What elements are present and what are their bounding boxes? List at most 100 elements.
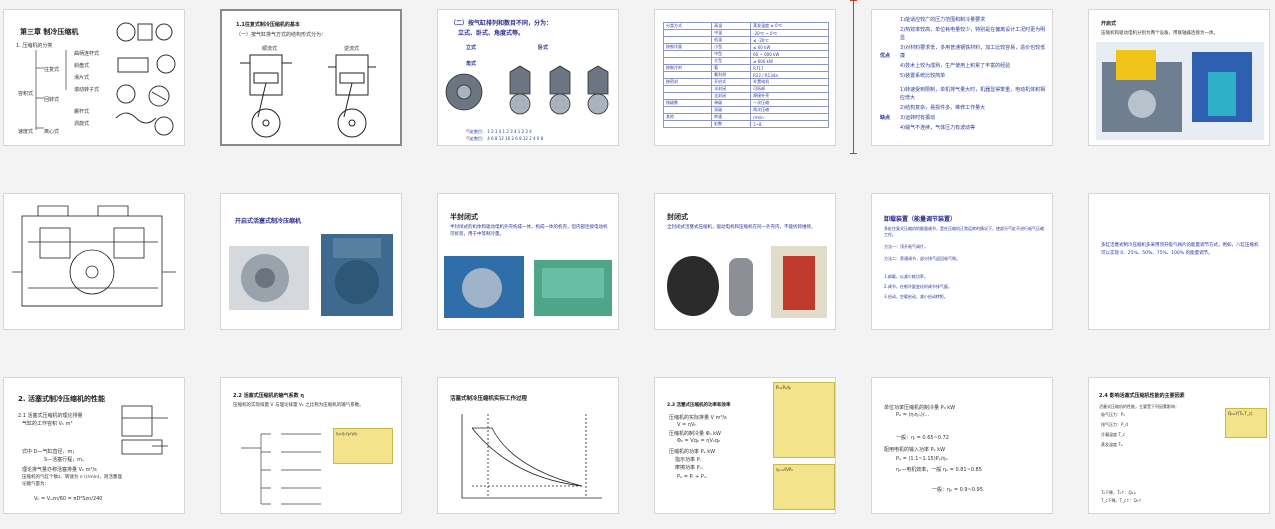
- text-line-5: 2.调节，在制冷量变化时调节排气量。: [884, 284, 952, 289]
- caption-line-1: 气缸数目： 1 2 3 4 1 2 3 4 1 2 3 4: [466, 129, 532, 134]
- slide-thumbnail-12[interactable]: 多缸活塞式制冷压缩机多采用顶开吸气阀片的能量调节方式，例如，八缸压缩机可以实现 …: [1088, 193, 1270, 330]
- slide-text: 压缩机和驱动电机分别为两个设备，用联轴器连接为一体。: [1101, 31, 1218, 36]
- slide-heading: 1. 压缩机的分类: [16, 43, 53, 49]
- slide-thumbnail-16[interactable]: 2.3 活塞式压缩机的功率和效率 压缩机的实际排量 V m³/s V = ηVₕ…: [654, 377, 836, 514]
- slide-subtitle: 立式、卧式、角度式等。: [458, 30, 525, 37]
- formula-note-bottom: ηₘ=Pᵢ/Pₑ: [773, 464, 835, 510]
- slide-title: 2.2 活塞式压缩机的输气系数 η: [233, 393, 304, 399]
- line-1: 压缩机的实际排量 V m³/s: [669, 415, 727, 421]
- slide-thumbnail-1[interactable]: 第三章 制冷压缩机 1. 压缩机的分类 容积式 速度式 往复式 回转式 离心式 …: [3, 9, 185, 146]
- slide-title: 开启式: [1101, 21, 1117, 27]
- tree-sub-5: 螺杆式: [74, 109, 90, 115]
- text-line-3: 方法二：旁通调节，部分排气返回吸气侧。: [884, 256, 960, 261]
- semi-hermetic-photos: [444, 256, 612, 318]
- line-7: T_c下降，T_c↑：Q₀↑: [1101, 498, 1142, 503]
- cylinder-arrangement-images: [445, 65, 609, 115]
- line-6: ηₑ—电机效率，一般 ηₑ = 0.81~0.85: [896, 467, 982, 473]
- open-compressor-image: [1096, 42, 1264, 140]
- slide-title: 封闭式: [667, 213, 688, 221]
- compressor-sketch-icons: [115, 22, 176, 136]
- slide-title: 半封闭式: [450, 213, 478, 221]
- slide-title: 2.3 活塞式压缩机的功率和效率: [667, 403, 731, 408]
- slide-text: 半封闭式的机体和驱动电机外壳构成一体，构成一体的机壳，但内部连接电动机可拆装，用…: [450, 225, 608, 237]
- line-6: T₀下降，T₀↑：Q₀↓: [1101, 490, 1137, 495]
- cons-line-4: 4)输气不连续，气体压力有波动等: [900, 125, 976, 131]
- slide-thumbnail-8[interactable]: 开启式活塞式制冷压缩机: [220, 193, 402, 330]
- line-6: 指示功率 Pᵢ: [675, 457, 701, 463]
- text-line-1: 多缸往复式压缩机的能量调节，是在压缩机正常运转的情况下，使部分气缸不进行吸气压缩…: [884, 226, 1044, 237]
- slide-thumbnail-18[interactable]: 2.4 影响活塞式压缩机性能的主要因素 活塞式压缩机的性能，主要受下列因素影响：…: [1088, 377, 1270, 514]
- line-2: V = ηVₕ: [677, 422, 697, 428]
- line-6: Vₕ = Vₙzn/60 = πD²Szn/240: [34, 496, 103, 502]
- slide-title: 卸载装置（能量调节装置）: [884, 216, 957, 223]
- slide-title: 2. 活塞式制冷压缩机的性能: [18, 395, 105, 403]
- line-1: 气缸的工作容积 Vₕ m³: [22, 421, 73, 427]
- slide-thumbnail-6[interactable]: 开启式 压缩机和驱动电机分别为两个设备，用联轴器连接为一体。: [1088, 9, 1270, 146]
- tree-sub-3: 滑片式: [74, 75, 90, 81]
- slide-thumbnail-10[interactable]: 封闭式 全封闭式活塞式压缩机，驱动电机和压缩机在同一外壳内，不能拆卸维修。: [654, 193, 836, 330]
- slide-thumbnail-11[interactable]: 卸载装置（能量调节装置） 多缸往复式压缩机的能量调节，是在压缩机正常运转的情况下…: [871, 193, 1053, 330]
- text-line-6: 3.启动，空载启动，减小启动转矩。: [884, 294, 948, 299]
- slide-title: 活塞式制冷压缩机实际工作过程: [450, 396, 528, 402]
- line-sub: 2.1 活塞式压缩机的理论排量: [18, 413, 83, 419]
- caption-line-2: 气缸数目： 4 6 8 12 16 2 6 8 12 2 4 6 8: [466, 136, 544, 141]
- slide-text: 压缩机的实际排量 V 与理论排量 Vₕ 之比称为压缩机的输气系数。: [233, 403, 364, 408]
- line-3: S—活塞行程，m。: [44, 457, 88, 463]
- line-3: 一般：ηᵢ = 0.65~0.72: [896, 435, 949, 441]
- piston-stroke-diagram: [121, 405, 168, 455]
- tree-sub-2: 斜盘式: [74, 63, 90, 69]
- cons-line-2: 2)结构复杂，易损件多，维修工作量大: [900, 105, 986, 111]
- slide-text: 全封闭式活塞式压缩机，驱动电机和压缩机在同一外壳内，不能拆卸维修。: [667, 225, 816, 230]
- formula-note: η=ηᵥηₚηₜηₗ: [333, 428, 393, 464]
- pros-label: 优点: [880, 53, 891, 59]
- tree-sub-4: 滚动转子式: [74, 87, 100, 93]
- pros-line-3: 3)对材料要求低，多用普通钢铁材料，加工比较容易，造价也较低廉: [900, 45, 1046, 59]
- label-vertical: 立式: [466, 45, 477, 51]
- slide-sorter-grid: 第三章 制冷压缩机 1. 压缩机的分类 容积式 速度式 往复式 回转式 离心式 …: [0, 0, 1275, 529]
- line-2: 吸气压力：Pₛ: [1101, 412, 1125, 417]
- line-1: 单位功率压缩机的制冷量 P₀ kW: [884, 405, 956, 411]
- pros-line-2: 2)热效率较高，单位耗电量较少，特别是在偏离设计工况时更为明显: [900, 27, 1046, 41]
- text-line-2: 方法一：顶开吸气阀片。: [884, 244, 928, 249]
- formula-note: Q₀=f(T₀,T_c): [1225, 408, 1267, 438]
- slide-thumbnail-13[interactable]: 2. 活塞式制冷压缩机的性能 2.1 活塞式压缩机的理论排量 气缸的工作容积 V…: [3, 377, 185, 514]
- tree-root: 容积式: [18, 91, 34, 97]
- slide-subtitle: （一）按气缸排气方式的结构形式分为：: [236, 32, 327, 38]
- coefficient-tree: [241, 433, 321, 505]
- hermetic-compressor-photos: [667, 246, 827, 318]
- slide-thumbnail-17[interactable]: 单位功率压缩机的制冷量 P₀ kW Pₑ = (ηᵢηₘ)/... 一般：ηᵢ …: [871, 377, 1053, 514]
- line-8: Pₑ = Pᵢ + Pₘ: [677, 474, 707, 480]
- slide-thumbnail-2[interactable]: 1.1往复式制冷压缩机的基本 （一）按气缸排气方式的结构形式分为： 顺流式 逆流…: [220, 9, 402, 146]
- tree-sub-6: 涡旋式: [74, 121, 90, 127]
- line-4: 配用电机的输入功率 Pₑ kW: [884, 447, 946, 453]
- line-3: 压缩机的制冷量 Φ₀ kW: [669, 431, 721, 437]
- line-4: 理论排气量亦称活塞排量 Vₕ m³/s: [22, 467, 97, 473]
- pros-line-5: 5)装置系统比较简单: [900, 73, 946, 79]
- tree-root-2: 速度式: [18, 129, 34, 135]
- line-5: 压缩机的功率 Pₑ kW: [669, 449, 716, 455]
- slide-text: 多缸活塞式制冷压缩机多采用顶开吸气阀片的能量调节方式，例如，八缸压缩机可以实现 …: [1101, 243, 1259, 256]
- slide-title: 开启式活塞式制冷压缩机: [235, 218, 302, 225]
- line-5: 蒸发温度 T₀: [1101, 442, 1123, 447]
- label-horizontal: 卧式: [538, 45, 549, 51]
- tree-sub-1: 曲柄连杆式: [74, 51, 100, 57]
- slide-thumbnail-3[interactable]: （二）按气缸排列和数目不同，分为： 立式、卧式、角度式等。 立式 卧式 角式 气…: [437, 9, 619, 146]
- slide-thumbnail-5[interactable]: 优点 缺点 1)能适应较广的压力范围和制冷量要求 2)热效率较高，单位耗电量较少…: [871, 9, 1053, 146]
- insertion-marker: [850, 0, 857, 154]
- slide-title: 1.1往复式制冷压缩机的基本: [236, 22, 300, 28]
- slide-title: 2.4 影响活塞式压缩机性能的主要因素: [1099, 393, 1185, 399]
- slide-thumbnail-7[interactable]: [3, 193, 185, 330]
- text-line-4: 1.卸载，以减少耗功率。: [884, 274, 928, 279]
- slide-title: 第三章 制冷压缩机: [20, 28, 79, 36]
- slide-thumbnail-4[interactable]: 分类方式 高温 蒸发温度 ≥ 0℃ 中温 -20℃ ~ 0℃ 低温 ≤ -20℃ 按制冷…: [654, 9, 836, 146]
- cons-line-3: 3)运转时有振动: [900, 115, 936, 121]
- line-1: 活塞式压缩机的性能，主要受下列因素影响：: [1099, 404, 1179, 409]
- line-5: Pₑ = (1.1~1.15)Pₑ/ηₑ: [896, 456, 948, 462]
- cons-line-1: 1)转速受到限制，单机排气量大时，机器显得笨重，电动机体积相应增大: [900, 87, 1046, 101]
- slide-thumbnail-9[interactable]: 半封闭式 半封闭式的机体和驱动电机外壳构成一体，构成一体的机壳，但内部连接电动机…: [437, 193, 619, 330]
- pros-line-1: 1)能适应较广的压力范围和制冷量要求: [900, 17, 986, 23]
- slide-thumbnail-15[interactable]: 活塞式制冷压缩机实际工作过程: [437, 377, 619, 514]
- slide-thumbnail-14[interactable]: 2.2 活塞式压缩机的输气系数 η 压缩机的实际排量 V 与理论排量 Vₕ 之比…: [220, 377, 402, 514]
- line-7: 摩擦功率 Pₘ: [675, 465, 703, 471]
- compressor-section-drawing: [12, 205, 176, 307]
